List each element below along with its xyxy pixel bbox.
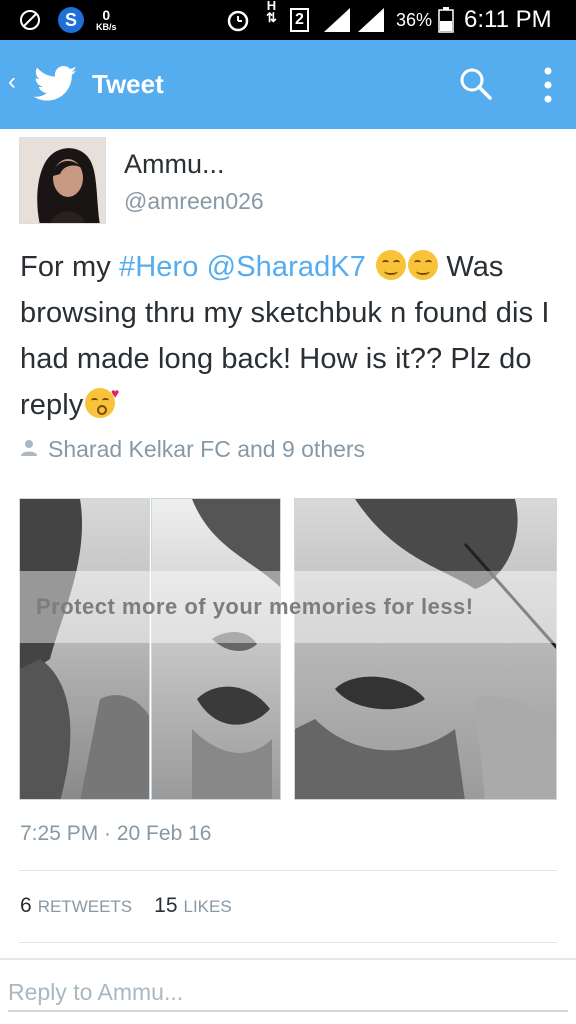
clock-time: 6:11 PM	[464, 6, 552, 33]
app-s-icon: S	[56, 0, 86, 40]
signal-strength-icon	[322, 0, 388, 40]
divider	[19, 942, 557, 943]
photobucket-watermark-text: Protect more of your memories for less!	[36, 594, 474, 619]
person-icon	[20, 436, 38, 463]
author-avatar[interactable]	[19, 137, 106, 224]
social-context[interactable]: Sharad Kelkar FC and 9 others	[20, 436, 365, 463]
search-icon[interactable]	[458, 66, 494, 107]
screen-title: Tweet	[92, 69, 164, 99]
alarm-icon	[224, 0, 252, 40]
twitter-bird-icon[interactable]	[33, 66, 78, 107]
status-bar: S 0 KB/s H ⇅ 2 36% 6:11 PM	[0, 0, 576, 40]
likes-stat[interactable]: 15 LIKES	[154, 894, 232, 918]
retweets-count: 6	[20, 894, 32, 917]
h-data-icon: H ⇅	[266, 0, 277, 25]
reply-input[interactable]	[8, 974, 568, 1012]
likes-label: LIKES	[183, 897, 232, 916]
social-context-label: Sharad Kelkar FC and 9 others	[48, 436, 366, 462]
retweets-stat[interactable]: 6 RETWEETS	[20, 894, 132, 918]
no-sync-icon	[18, 0, 42, 40]
author-handle[interactable]: @amreen026	[124, 187, 264, 215]
network-speed: 0 KB/s	[96, 7, 117, 32]
reply-bar	[0, 958, 576, 1024]
sim-2-badge: 2	[290, 0, 309, 40]
likes-count: 15	[154, 894, 178, 917]
tweet-timestamp: 7:25 PM · 20 Feb 16	[20, 822, 212, 845]
retweets-label: RETWEETS	[37, 897, 133, 916]
kiss-emoji-icon: ♥	[85, 386, 119, 418]
media-image-1[interactable]	[19, 498, 150, 800]
divider	[19, 870, 557, 871]
mention-link[interactable]: @SharadK7	[207, 251, 366, 283]
app-bar: ‹ Tweet	[0, 40, 576, 129]
tweet-stats: 6 RETWEETS 15 LIKES	[20, 894, 232, 918]
battery-percent: 36%	[396, 9, 433, 30]
svg-text:S: S	[65, 10, 77, 30]
smiling-emoji-icon	[408, 250, 439, 280]
author-name[interactable]: Ammu...	[124, 148, 225, 180]
tweet-text: For my #Hero @SharadK7 Was browsing thru…	[20, 244, 560, 428]
more-vertical-icon[interactable]	[540, 66, 556, 109]
media-image-3[interactable]	[294, 498, 557, 800]
smiling-emoji-icon	[376, 250, 407, 280]
media-image-2[interactable]	[151, 498, 281, 800]
hashtag-link[interactable]: #Hero	[119, 251, 199, 283]
back-arrow-icon[interactable]: ‹	[8, 70, 16, 94]
battery-icon	[438, 0, 454, 40]
tweet-text-intro: For my	[20, 251, 119, 283]
